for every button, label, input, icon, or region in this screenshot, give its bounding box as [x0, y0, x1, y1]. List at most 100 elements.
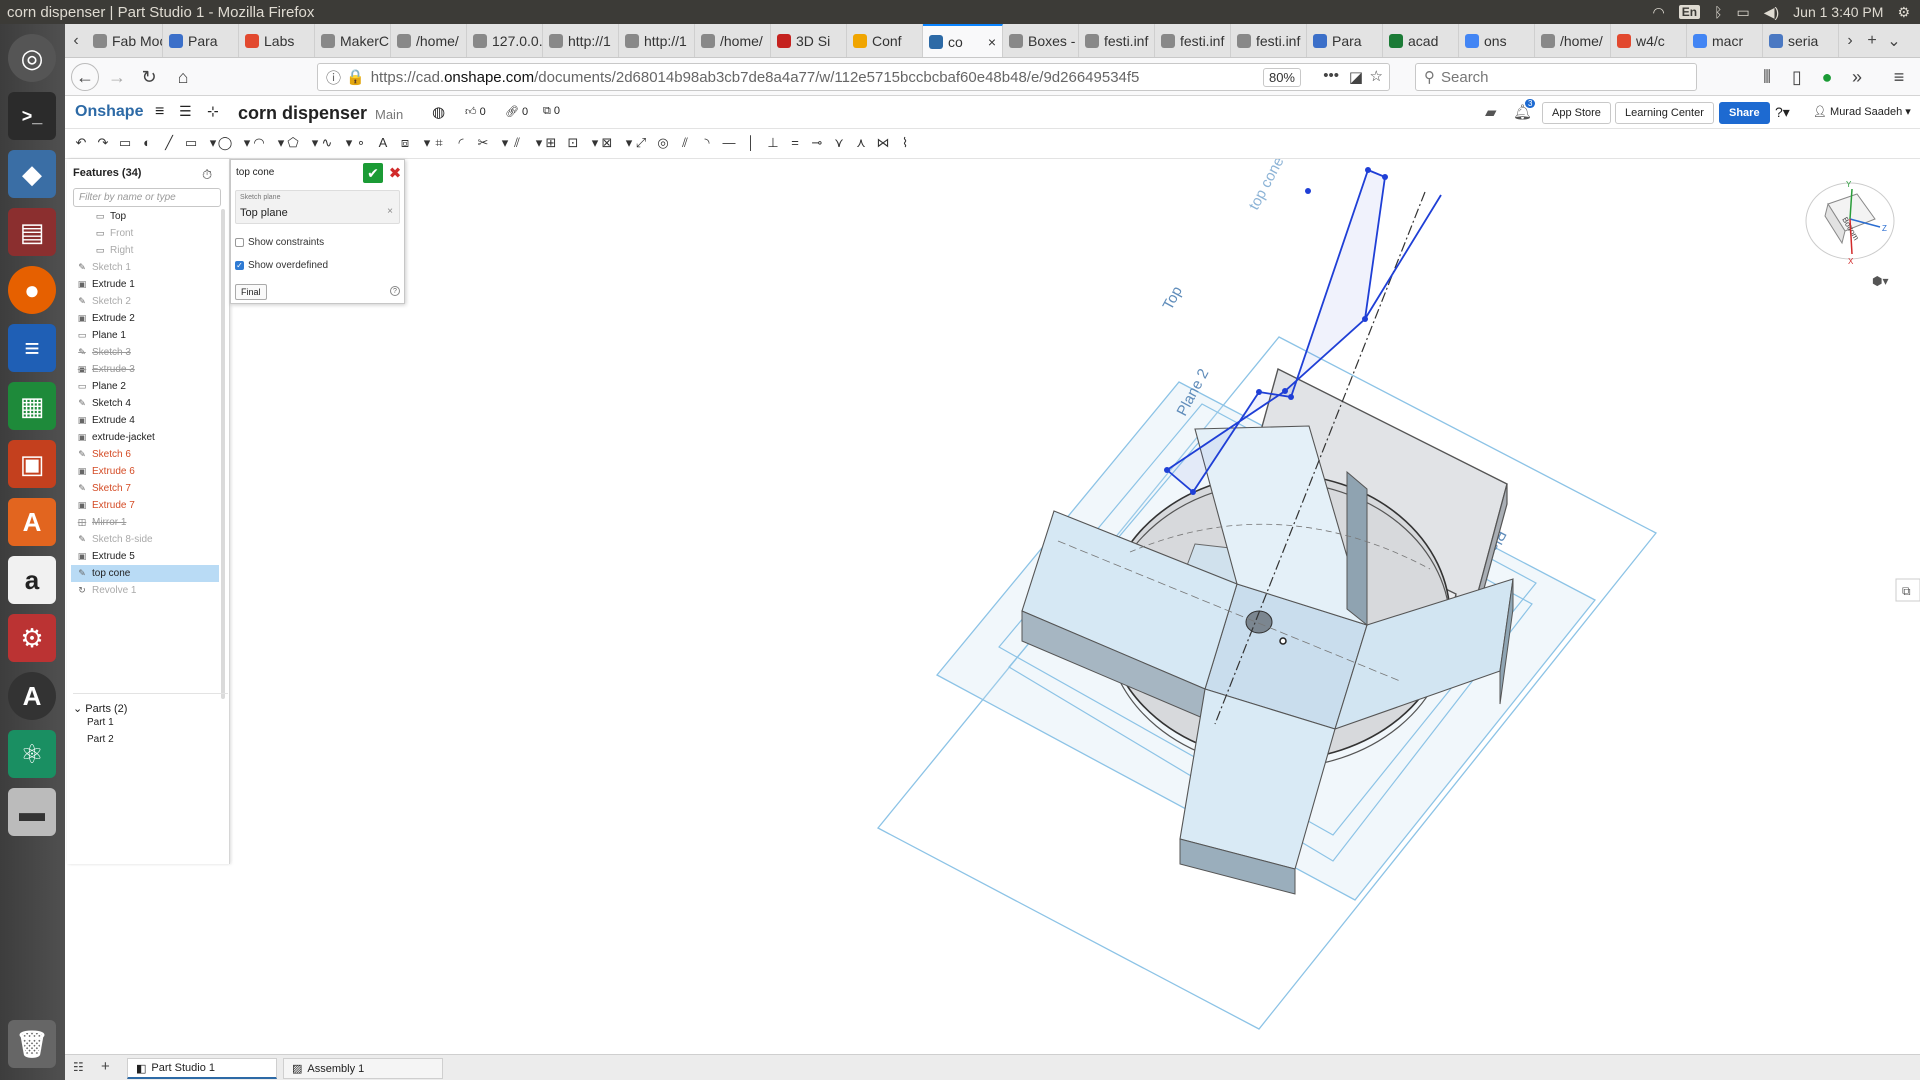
arc-icon[interactable]: ◠ [251, 135, 267, 151]
tab-scroll-left-icon[interactable]: ‹ [65, 24, 87, 57]
ubuntu-dash-icon[interactable]: ◎ [8, 34, 56, 82]
sketch-point[interactable] [1256, 389, 1262, 395]
browser-tab[interactable]: seria [1763, 24, 1839, 57]
feature-item[interactable]: ▭ Plane 1 [77, 327, 227, 344]
software-center-icon[interactable]: A [8, 498, 56, 546]
battery-icon[interactable]: ▭ [1736, 4, 1749, 21]
keyboard-layout[interactable]: En [1678, 5, 1701, 19]
mirror-icon[interactable]: ⊞ [543, 135, 559, 151]
browser-tab[interactable]: acad [1383, 24, 1459, 57]
page-actions-icon[interactable]: ••• [1323, 67, 1339, 84]
sketch-name[interactable]: top cone [236, 167, 274, 178]
drive-icon[interactable]: ▬ [8, 788, 56, 836]
tangent-icon[interactable]: ◝ [699, 135, 715, 151]
feature-item[interactable]: ▣ extrude-jacket [77, 429, 227, 446]
feature-item[interactable]: ✎ Sketch 8-side [77, 531, 227, 548]
feature-list-toggle-icon[interactable]: ☰ [179, 103, 192, 120]
feature-item[interactable]: ✎ Sketch 7 [77, 480, 227, 497]
system-settings-icon[interactable]: ⚙ [8, 614, 56, 662]
feature-item[interactable]: ▣ Extrude 1 [77, 276, 227, 293]
redo-icon[interactable]: ↷ [95, 135, 111, 151]
sketch-point[interactable] [1190, 489, 1196, 495]
writer-icon[interactable]: ≡ [8, 324, 56, 372]
line-icon[interactable]: ╱ [161, 135, 177, 151]
sketch-mode-icon[interactable]: ▭ [117, 135, 133, 151]
browser-tab[interactable]: Para [1307, 24, 1383, 57]
bookmark-star-icon[interactable]: ☆ [1370, 67, 1383, 85]
model-view[interactable]: top cone Top Plane 2 Plane 1 Bottom Y [230, 154, 1920, 1054]
copies[interactable]: ⧉ 0 [543, 105, 560, 118]
offset-icon[interactable]: ⫽ [509, 135, 525, 151]
home-icon[interactable]: ⌂ [169, 64, 197, 90]
browser-tab[interactable]: /home/ [391, 24, 467, 57]
onshape-logo[interactable]: Onshape [75, 103, 143, 121]
volume-icon[interactable]: ◀) [1764, 4, 1779, 21]
browser-tab[interactable]: Para [163, 24, 239, 57]
view-cube[interactable]: Bottom Y Z X ⬢▾ [1805, 180, 1895, 288]
library-icon[interactable]: ⫴ [1753, 64, 1781, 90]
amazon-icon[interactable]: a [8, 556, 56, 604]
sketch-axis-endpoint[interactable] [1305, 188, 1311, 194]
feature-item[interactable]: ▣ Extrude 3 [77, 361, 227, 378]
sketch-plane-field[interactable]: Sketch plane Top plane × [235, 190, 400, 224]
browser-tab[interactable]: Fab Moc [87, 24, 163, 57]
part-item[interactable]: Part 1 [87, 714, 237, 731]
symmetric-icon[interactable]: ⋈ [875, 135, 891, 151]
browser-tab[interactable]: http://1 [543, 24, 619, 57]
circle-icon[interactable]: ◯ [217, 135, 233, 151]
horizontal-icon[interactable]: — [721, 135, 737, 151]
sketch-point[interactable] [1362, 316, 1368, 322]
software-updater-icon[interactable]: A [8, 672, 56, 720]
spline-icon[interactable]: ∿ [319, 135, 335, 151]
help-question-icon[interactable]: ? [390, 286, 400, 296]
text-icon[interactable]: A [375, 135, 391, 151]
atom-icon[interactable]: ⚛ [8, 730, 56, 778]
sketch-point[interactable] [1382, 174, 1388, 180]
browser-tab[interactable]: ons [1459, 24, 1535, 57]
search-bar[interactable]: ⚲ Search [1415, 63, 1697, 91]
feature-item[interactable]: ↻ Revolve 1 [77, 582, 227, 599]
dimension-icon[interactable]: ⊠ [599, 135, 615, 151]
firefox-icon[interactable]: ● [8, 266, 56, 314]
terminal-icon[interactable]: >_ [8, 92, 56, 140]
share-button[interactable]: Share [1719, 102, 1770, 124]
back-arrow-icon[interactable]: ← [71, 63, 99, 91]
pocket-icon[interactable]: ◪ [1349, 68, 1363, 86]
fillet-icon[interactable]: ◜ [453, 135, 469, 151]
browser-tab[interactable]: MakerC [315, 24, 391, 57]
feature-item[interactable]: ▣ Extrude 5 [77, 548, 227, 565]
tab-scroll-right-icon[interactable]: › [1839, 24, 1861, 57]
feature-list-scrollbar[interactable] [221, 209, 225, 699]
parallel-icon[interactable]: ⫽ [677, 135, 693, 151]
concentric-icon[interactable]: ◎ [655, 135, 671, 151]
browser-tab[interactable]: co × [923, 24, 1003, 57]
trash-icon[interactable]: 🗑 [8, 1020, 56, 1068]
learning-center-button[interactable]: Learning Center [1615, 102, 1714, 124]
add-element-icon[interactable]: + [101, 1058, 110, 1075]
branch-name[interactable]: Main [375, 107, 403, 122]
bluetooth-icon[interactable]: ᛒ [1714, 4, 1722, 20]
browser-tab[interactable]: w4/c [1611, 24, 1687, 57]
browser-tab[interactable]: 127.0.0. [467, 24, 543, 57]
show-constraints-checkbox[interactable]: Show constraints [235, 237, 324, 248]
new-tab-icon[interactable]: + [1861, 24, 1883, 57]
browser-tab[interactable]: Conf [847, 24, 923, 57]
feature-item[interactable]: ✎ Sketch 3 [77, 344, 227, 361]
polygon-icon[interactable]: ⬠ [285, 135, 301, 151]
checkbox-unchecked[interactable] [235, 238, 244, 247]
feature-filter-input[interactable]: Filter by name or type [73, 188, 221, 207]
feature-item[interactable]: ▣ Extrude 2 [77, 310, 227, 327]
view-options-icon[interactable]: ⬢▾ [1872, 274, 1889, 288]
feature-item[interactable]: ▣ Extrude 7 [77, 497, 227, 514]
rectangle-icon[interactable]: ▭ [183, 135, 199, 151]
construction-icon[interactable]: ⌗ [431, 135, 447, 151]
origin-point[interactable] [1279, 637, 1287, 645]
browser-tab[interactable]: Labs [239, 24, 315, 57]
info-icon[interactable]: ⓘ [326, 67, 341, 88]
document-menu-icon[interactable]: ≡ [155, 103, 164, 121]
browser-tab[interactable]: macr [1687, 24, 1763, 57]
settings-gear-icon[interactable]: ⚙ [1897, 4, 1910, 21]
feature-item[interactable]: ▣ Extrude 6 [77, 463, 227, 480]
fix-icon[interactable]: ⌇ [897, 135, 913, 151]
browser-tab[interactable]: /home/ [695, 24, 771, 57]
